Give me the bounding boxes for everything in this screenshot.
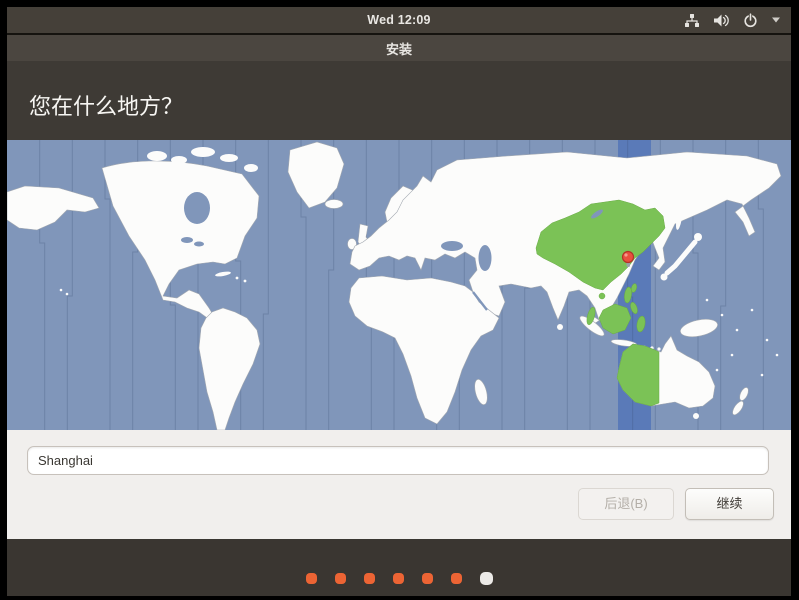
progress-dot-past <box>451 573 462 584</box>
progress-dot-past <box>306 573 317 584</box>
network-icon[interactable] <box>684 13 700 28</box>
progress-dot-current <box>480 572 493 585</box>
window-titlebar: 安装 <box>7 35 791 61</box>
system-top-bar: Wed 12:09 <box>7 7 791 35</box>
page-title: 您在什么地方？ <box>29 89 183 121</box>
continue-button[interactable]: 继续 <box>685 488 774 520</box>
volume-icon[interactable] <box>713 13 730 28</box>
clock[interactable]: Wed 12:09 <box>367 13 430 27</box>
window-title: 安装 <box>386 39 412 58</box>
desktop: Wed 12:09 <box>7 7 791 596</box>
back-button[interactable]: 后退(B) <box>578 488 674 520</box>
system-tray <box>684 7 781 33</box>
timezone-map[interactable] <box>7 140 791 430</box>
chevron-down-icon[interactable] <box>771 17 781 23</box>
progress-dot-past <box>364 573 375 584</box>
installer-page: 您在什么地方？ <box>7 61 791 596</box>
form-panel: 后退(B) 继续 <box>7 430 791 539</box>
progress-dot-past <box>422 573 433 584</box>
progress-dot-past <box>393 573 404 584</box>
power-icon[interactable] <box>743 13 758 28</box>
progress-dots <box>7 572 791 585</box>
timezone-city-input[interactable] <box>27 446 769 475</box>
progress-dot-past <box>335 573 346 584</box>
bottom-strip <box>7 539 791 596</box>
